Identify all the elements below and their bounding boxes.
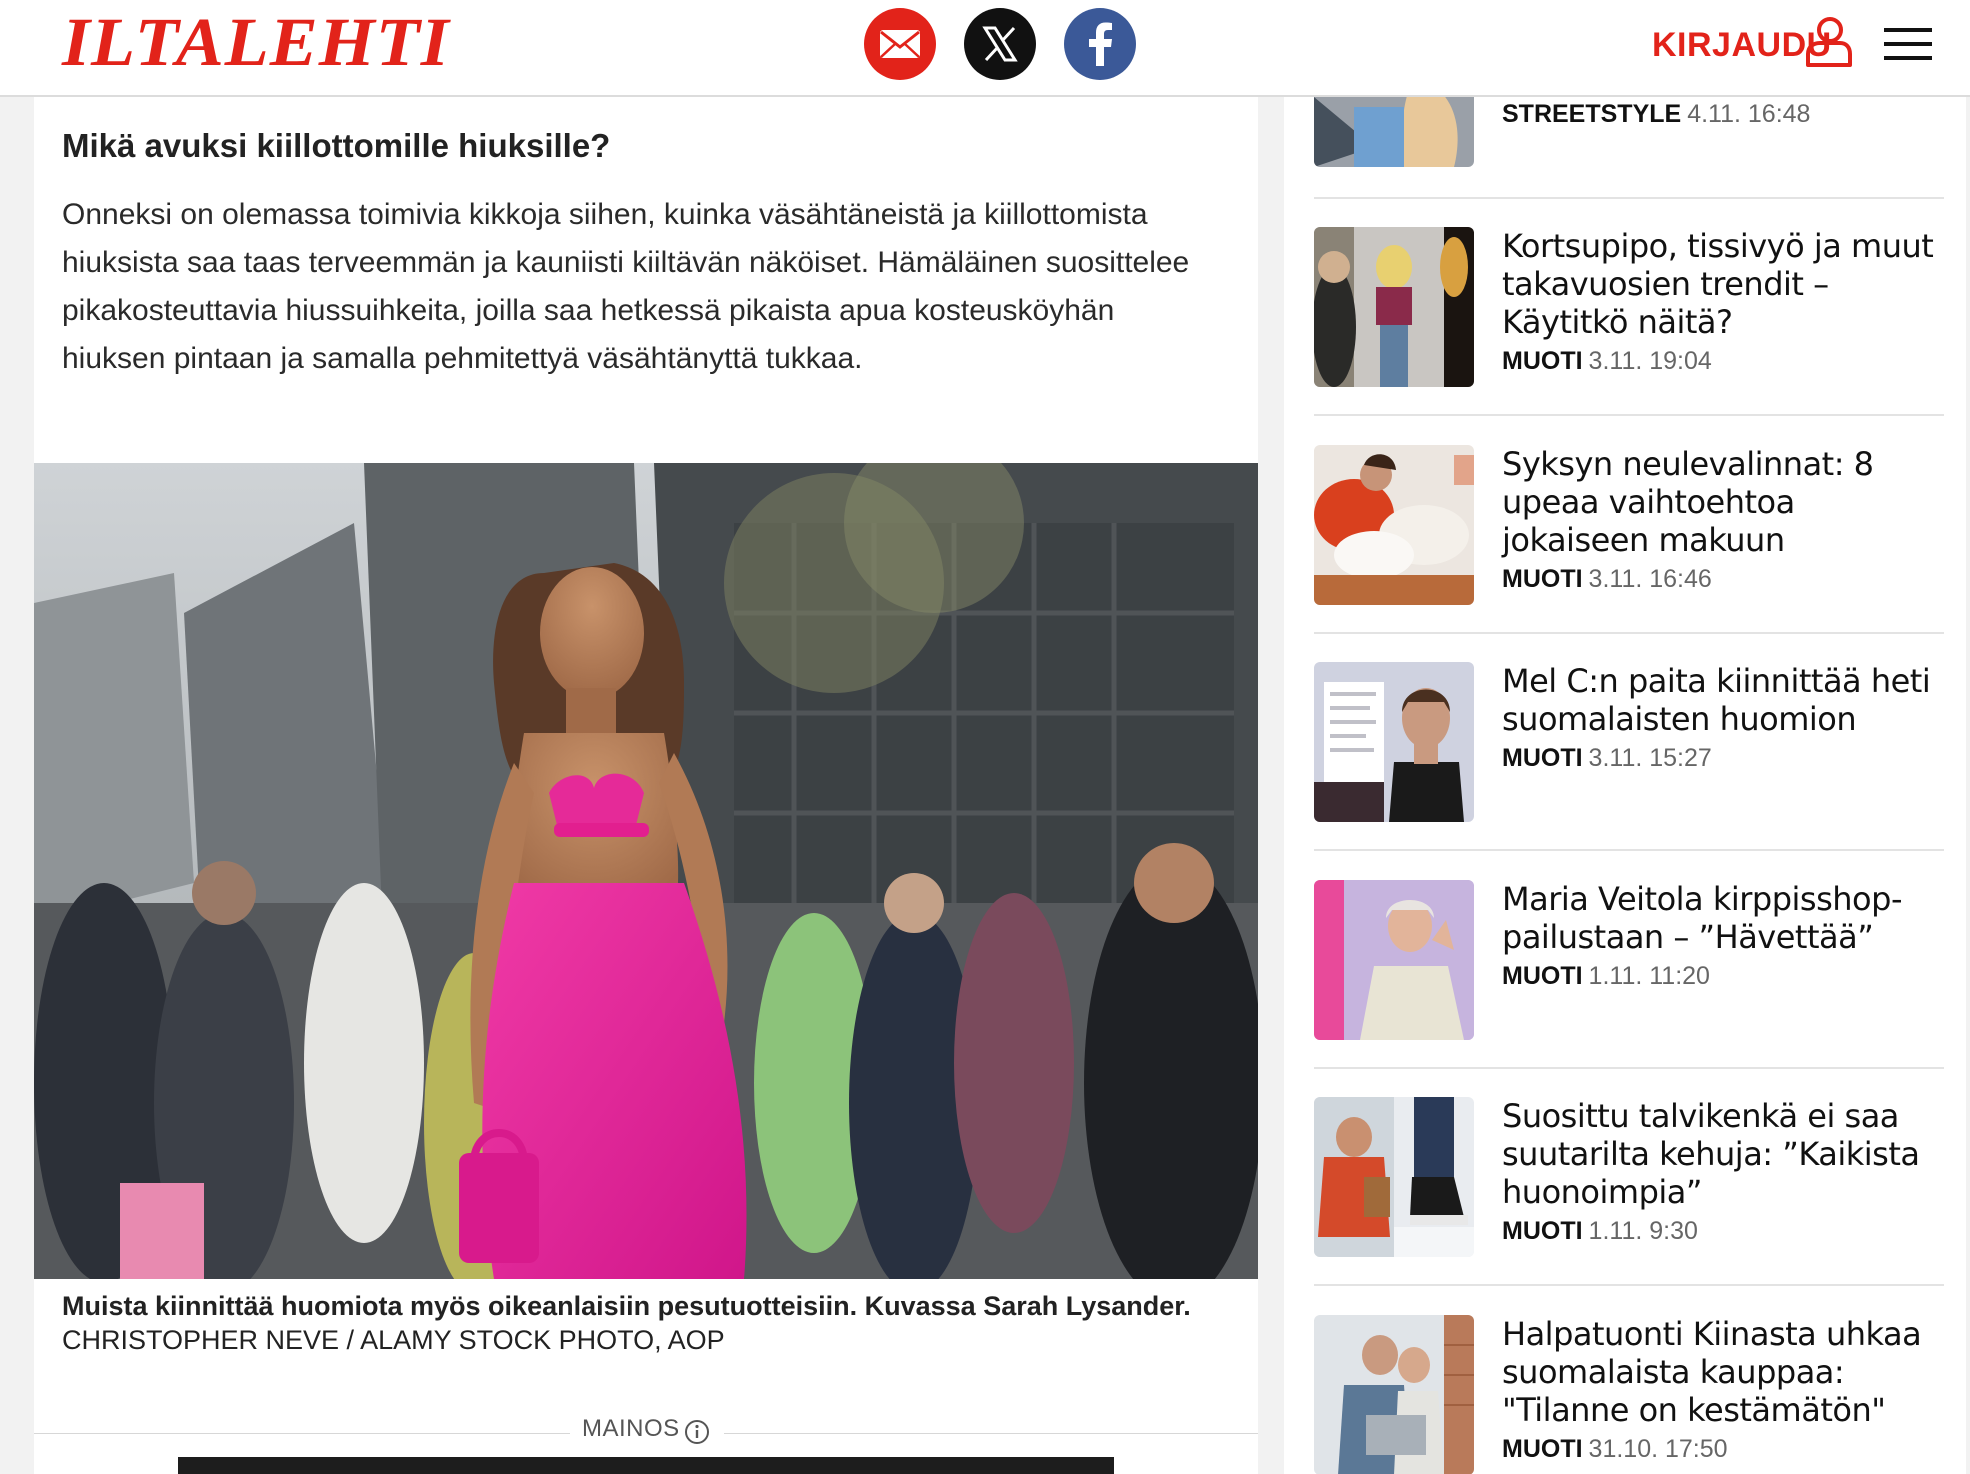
sidebar-article-card[interactable]: STREETSTYLE 4.11. 16:48 <box>1314 97 1944 167</box>
article-category: MUOTI <box>1502 744 1583 772</box>
share-email-button[interactable] <box>864 8 936 80</box>
article-time: 1.11. 11:20 <box>1588 962 1710 990</box>
article-thumbnail <box>1314 1097 1474 1257</box>
divider <box>1314 197 1944 199</box>
divider <box>1314 1067 1944 1069</box>
article-time: 4.11. 16:48 <box>1687 100 1811 128</box>
article-thumbnail <box>1314 662 1474 822</box>
article-title[interactable]: Mel C:n paita kiinnittää heti suomalaist… <box>1502 662 1947 738</box>
article-title[interactable]: Kortsupipo, tissivyö ja muut takavuosien… <box>1502 227 1947 341</box>
article-category: MUOTI <box>1502 962 1583 990</box>
article-time: 1.11. 9:30 <box>1588 1217 1698 1245</box>
article-thumbnail <box>1314 445 1474 605</box>
article-thumbnail <box>1314 227 1474 387</box>
street-fashion-photo <box>34 463 1258 1279</box>
caption-text: Muista kiinnittää huomiota myös oikeanla… <box>62 1291 1191 1321</box>
article-thumbnail <box>1314 880 1474 1040</box>
article-meta: STREETSTYLE 4.11. 16:48 <box>1502 100 1810 129</box>
user-icon[interactable] <box>1804 16 1852 68</box>
photo-caption: Muista kiinnittää huomiota myös oikeanla… <box>62 1289 1212 1357</box>
divider <box>724 1433 1258 1434</box>
article-time: 3.11. 19:04 <box>1588 347 1712 375</box>
article-title[interactable]: Halpatuonti Kiinasta uhkaa suomalaista k… <box>1502 1315 1947 1429</box>
share-facebook-button[interactable] <box>1064 8 1136 80</box>
article-category: MUOTI <box>1502 1435 1583 1463</box>
article-meta: MUOTI 3.11. 16:46 <box>1502 565 1712 594</box>
sidebar-article-card[interactable]: Maria Veitola kirppisshop-pailustaan – ”… <box>1314 880 1944 1040</box>
divider <box>1314 632 1944 634</box>
article-meta: MUOTI 3.11. 19:04 <box>1502 347 1712 376</box>
divider <box>1314 414 1944 416</box>
sidebar-article-card[interactable]: Halpatuonti Kiinasta uhkaa suomalaista k… <box>1314 1315 1944 1474</box>
divider <box>34 1433 570 1434</box>
article-meta: MUOTI 1.11. 11:20 <box>1502 962 1710 991</box>
x-icon <box>982 26 1018 62</box>
article-meta: MUOTI 31.10. 17:50 <box>1502 1435 1728 1464</box>
article-title[interactable]: Syksyn neulevalinnat: 8 upeaa vaihtoehto… <box>1502 445 1947 559</box>
article-title[interactable]: Suosittu talvikenkä ei saa suutarilta ke… <box>1502 1097 1947 1211</box>
hamburger-menu-icon[interactable] <box>1884 26 1932 62</box>
mail-icon <box>880 30 920 58</box>
article-time: 3.11. 16:46 <box>1588 565 1712 593</box>
article-category: STREETSTYLE <box>1502 100 1682 128</box>
related-articles-sidebar: STREETSTYLE 4.11. 16:48 Kortsupipo, tissi… <box>1284 97 1966 1474</box>
ad-label: MAINOS <box>582 1415 680 1442</box>
info-icon[interactable] <box>684 1419 710 1445</box>
article-meta: MUOTI 3.11. 15:27 <box>1502 744 1712 773</box>
sidebar-article-card[interactable]: Suosittu talvikenkä ei saa suutarilta ke… <box>1314 1097 1944 1257</box>
divider <box>1314 1284 1944 1286</box>
photo-credit: CHRISTOPHER NEVE / ALAMY STOCK PHOTO, AO… <box>62 1325 725 1355</box>
article-time: 3.11. 15:27 <box>1588 744 1712 772</box>
ad-label-row: MAINOS <box>34 1415 1258 1445</box>
article-category: MUOTI <box>1502 1217 1583 1245</box>
article-thumbnail <box>1314 97 1474 167</box>
ad-slot[interactable] <box>178 1457 1114 1474</box>
site-logo[interactable]: ILTALEHTI <box>62 8 450 76</box>
article-paragraph: Onneksi on olemassa toimivia kikkoja sii… <box>62 198 1190 375</box>
article-photo[interactable] <box>34 463 1258 1279</box>
article-category: MUOTI <box>1502 565 1583 593</box>
article-title[interactable]: Maria Veitola kirppisshop-pailustaan – ”… <box>1502 880 1947 956</box>
sidebar-article-card[interactable]: Kortsupipo, tissivyö ja muut takavuosien… <box>1314 227 1944 387</box>
article-thumbnail <box>1314 1315 1474 1474</box>
share-x-button[interactable] <box>964 8 1036 80</box>
article-category: MUOTI <box>1502 347 1583 375</box>
sidebar-article-card[interactable]: Mel C:n paita kiinnittää heti suomalaist… <box>1314 662 1944 822</box>
article-column: Mikä avuksi kiillottomille hiuksille? On… <box>34 97 1258 1474</box>
divider <box>1314 849 1944 851</box>
article-subheading: Mikä avuksi kiillottomille hiuksille? <box>62 127 611 164</box>
facebook-icon <box>1089 22 1112 66</box>
article-meta: MUOTI 1.11. 9:30 <box>1502 1217 1698 1246</box>
article-time: 31.10. 17:50 <box>1588 1435 1728 1463</box>
site-header: ILTALEHTI KIRJAUDU <box>0 0 1970 97</box>
sidebar-article-card[interactable]: Syksyn neulevalinnat: 8 upeaa vaihtoehto… <box>1314 445 1944 605</box>
